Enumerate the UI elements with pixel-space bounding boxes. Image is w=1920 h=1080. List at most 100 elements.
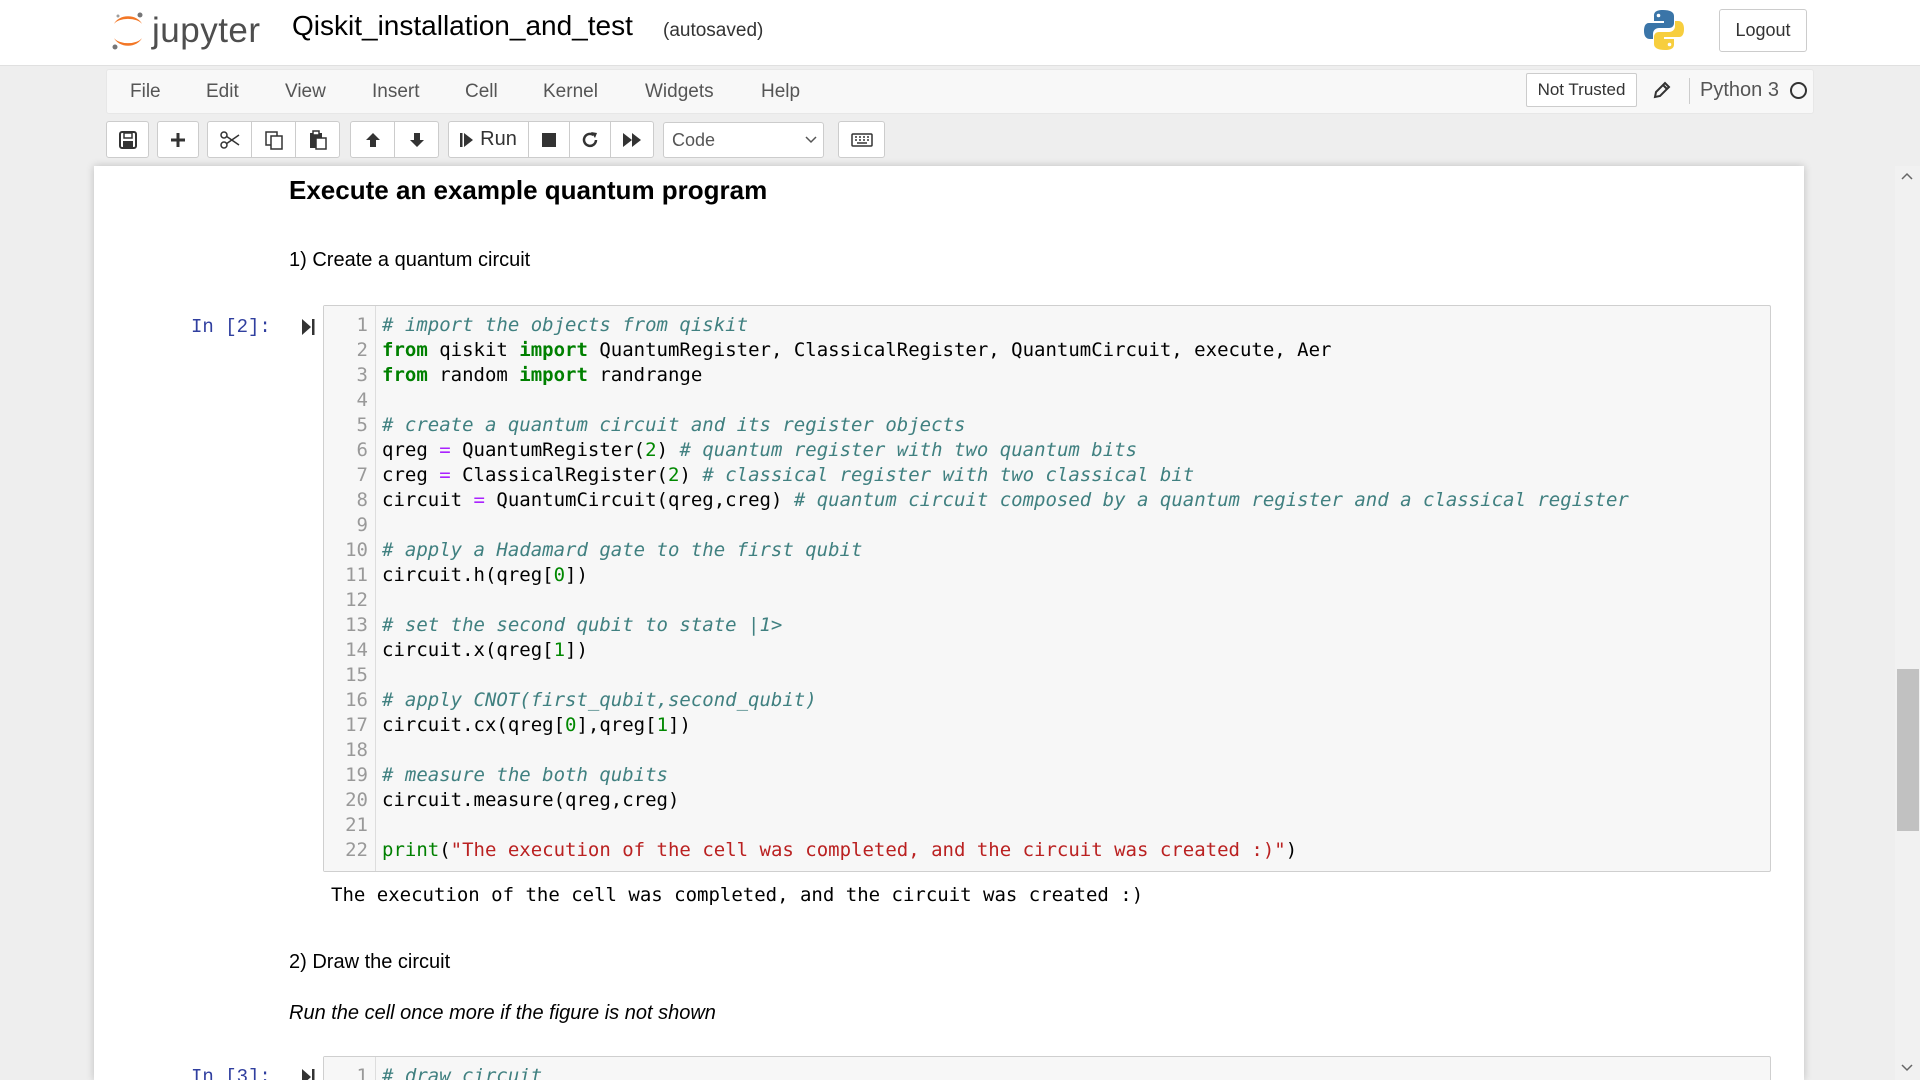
code-token: circuit xyxy=(382,489,474,511)
section-heading: Execute an example quantum program xyxy=(289,175,768,205)
code-token: 0 xyxy=(553,564,566,586)
restart-kernel-button[interactable] xyxy=(569,121,611,158)
menu-view[interactable]: View xyxy=(285,70,326,113)
edit-pencil-icon[interactable] xyxy=(1652,80,1672,100)
line-number: 8 xyxy=(356,489,368,511)
menu-help[interactable]: Help xyxy=(761,70,800,113)
line-number: 13 xyxy=(345,614,368,636)
code-token: # apply a Hadamard gate to the first qub… xyxy=(382,539,863,561)
code-token: 1 xyxy=(656,714,669,736)
code-line: # set the second qubit to state |1> xyxy=(382,613,782,638)
scroll-up-arrow-icon[interactable] xyxy=(1900,170,1914,182)
run-cell-icon[interactable] xyxy=(301,1068,315,1080)
move-cell-up-button[interactable] xyxy=(350,121,395,158)
cell-type-select[interactable]: Code xyxy=(663,122,824,158)
code-cell-input[interactable]: 1 # draw circuit xyxy=(323,1056,1771,1080)
cell2-prompt: In [2]: xyxy=(191,316,271,338)
stop-icon xyxy=(542,132,556,147)
scroll-down-arrow-icon[interactable] xyxy=(1900,1062,1914,1074)
code-token: qreg xyxy=(382,439,440,461)
code-token: = xyxy=(439,464,451,486)
line-number: 6 xyxy=(356,439,368,461)
code-token: 0 xyxy=(565,714,577,736)
code-token: import xyxy=(519,364,588,386)
command-palette-button[interactable] xyxy=(838,121,885,158)
code-line: print("The execution of the cell was com… xyxy=(382,838,1297,863)
scrollbar-track[interactable] xyxy=(1895,166,1920,1080)
menu-file[interactable]: File xyxy=(130,70,161,113)
arrow-down-icon xyxy=(409,132,424,147)
chevron-down-icon xyxy=(805,136,817,144)
logo-text: jupyter xyxy=(152,11,261,50)
line-number: 14 xyxy=(345,639,368,661)
line-number: 3 xyxy=(356,364,368,386)
insert-cell-button[interactable] xyxy=(157,121,199,158)
line-number: 19 xyxy=(345,764,368,786)
line-number: 4 xyxy=(356,389,368,411)
autosave-status: (autosaved) xyxy=(663,20,764,41)
menu-kernel[interactable]: Kernel xyxy=(543,70,598,113)
code-token: 2 xyxy=(645,439,657,461)
menu-insert[interactable]: Insert xyxy=(372,70,420,113)
line-number: 21 xyxy=(345,814,368,836)
code-token: ]) xyxy=(565,639,588,661)
cell3-prompt: In [3]: xyxy=(191,1066,271,1080)
line-number: 1 xyxy=(356,1065,368,1080)
menu-edit[interactable]: Edit xyxy=(206,70,239,113)
notebook-container: Execute an example quantum program 1) Cr… xyxy=(94,166,1804,1080)
code-token: circuit.h(qreg[ xyxy=(382,564,554,586)
line-number: 16 xyxy=(345,689,368,711)
code-line: circuit = QuantumCircuit(qreg,creg) # qu… xyxy=(382,488,1629,513)
scissors-icon xyxy=(219,130,239,149)
code-token: # apply CNOT(first_qubit,second_qubit) xyxy=(382,689,817,711)
code-line: # apply a Hadamard gate to the first qub… xyxy=(382,538,862,563)
code-line: circuit.measure(qreg,creg) xyxy=(382,788,679,813)
fast-forward-icon xyxy=(623,132,641,147)
line-number: 17 xyxy=(345,714,368,736)
code-line: # draw circuit xyxy=(382,1064,542,1080)
save-button[interactable] xyxy=(106,121,149,158)
line-number: 15 xyxy=(345,664,368,686)
trust-status-button[interactable]: Not Trusted xyxy=(1526,73,1637,107)
code-token: ( xyxy=(439,839,451,861)
code-cell-input[interactable]: 1 # import the objects from qiskit 2 from q… xyxy=(323,305,1771,872)
step2-note: Run the cell once more if the figure is … xyxy=(289,1002,716,1024)
kernel-name[interactable]: Python 3 xyxy=(1700,79,1779,102)
paste-icon xyxy=(309,129,327,150)
line-number: 22 xyxy=(345,839,368,861)
jupyter-icon xyxy=(112,12,143,50)
code-token: random xyxy=(427,364,520,386)
code-token: # draw circuit xyxy=(382,1065,543,1080)
code-token: # quantum register with two quantum bits xyxy=(679,439,1138,461)
code-line: circuit.h(qreg[0]) xyxy=(382,563,588,588)
menu-widgets[interactable]: Widgets xyxy=(645,70,714,113)
interrupt-kernel-button[interactable] xyxy=(528,121,570,158)
logout-button[interactable]: Logout xyxy=(1719,9,1807,52)
menu-cell[interactable]: Cell xyxy=(465,70,498,113)
code-token: ) xyxy=(656,439,680,461)
paste-button[interactable] xyxy=(295,121,340,158)
notebook-name[interactable]: Qiskit_installation_and_test xyxy=(292,10,633,42)
restart-run-all-button[interactable] xyxy=(610,121,654,158)
line-number: 7 xyxy=(356,464,368,486)
code-line: # measure the both qubits xyxy=(382,763,668,788)
jupyter-logo[interactable]: jupyter xyxy=(110,8,261,54)
code-token: ClassicalRegister( xyxy=(450,464,668,486)
kernel-separator xyxy=(1689,78,1690,104)
cut-button[interactable] xyxy=(207,121,252,158)
scrollbar-thumb[interactable] xyxy=(1897,669,1919,831)
code-line: circuit.cx(qreg[0],qreg[1]) xyxy=(382,713,691,738)
code-token: # measure the both qubits xyxy=(382,764,668,786)
code-token: creg xyxy=(382,464,440,486)
code-token: # quantum circuit composed by a quantum … xyxy=(793,489,1629,511)
code-token: # create a quantum circuit and its regis… xyxy=(382,414,966,436)
line-number: 10 xyxy=(345,539,368,561)
run-cell-icon[interactable] xyxy=(301,318,315,336)
move-cell-down-button[interactable] xyxy=(394,121,439,158)
copy-button[interactable] xyxy=(251,121,296,158)
code-line: from random import randrange xyxy=(382,363,702,388)
arrow-up-icon xyxy=(365,132,380,147)
line-number: 1 xyxy=(356,314,368,336)
run-button[interactable]: Run xyxy=(448,121,529,158)
code-token: # import the objects from qiskit xyxy=(382,314,749,336)
